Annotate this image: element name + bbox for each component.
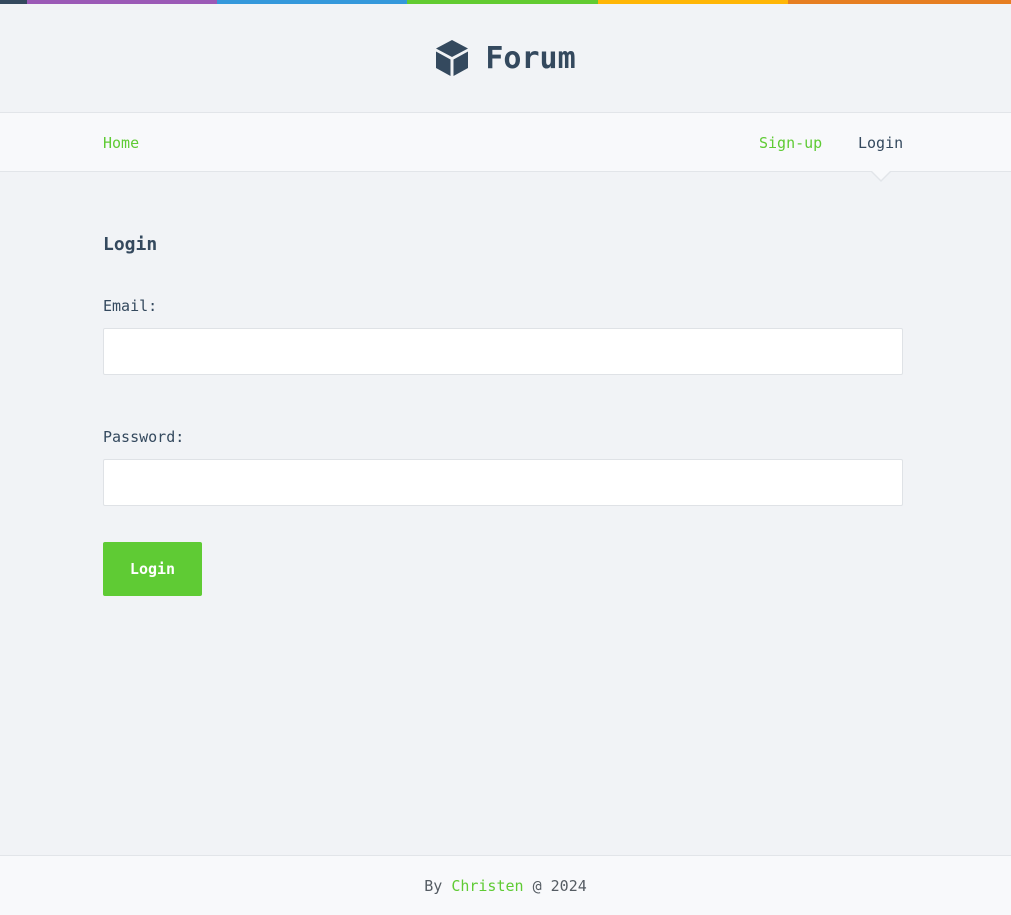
page-title: Login [103, 234, 158, 255]
footer-year-text: @ 2024 [523, 876, 587, 895]
login-button[interactable]: Login [103, 542, 202, 596]
footer-author-link[interactable]: Christen [451, 877, 523, 895]
site-footer: By Christen @ 2024 [0, 855, 1011, 915]
cube-icon [435, 39, 469, 77]
email-field[interactable] [103, 328, 903, 375]
password-field[interactable] [103, 459, 903, 506]
site-logo[interactable]: Forum [435, 39, 576, 77]
nav-signup-link[interactable]: Sign-up [759, 134, 822, 152]
nav-login-link[interactable]: Login [858, 134, 903, 152]
nav-home-link[interactable]: Home [103, 134, 139, 152]
active-nav-indicator-fill [871, 170, 891, 180]
password-label: Password: [103, 428, 185, 446]
main-navigation: Home Sign-up Login [0, 112, 1011, 172]
email-label: Email: [103, 297, 158, 315]
site-header: Forum [0, 4, 1011, 112]
site-title: Forum [485, 40, 576, 76]
footer-by-text: By [424, 876, 452, 895]
